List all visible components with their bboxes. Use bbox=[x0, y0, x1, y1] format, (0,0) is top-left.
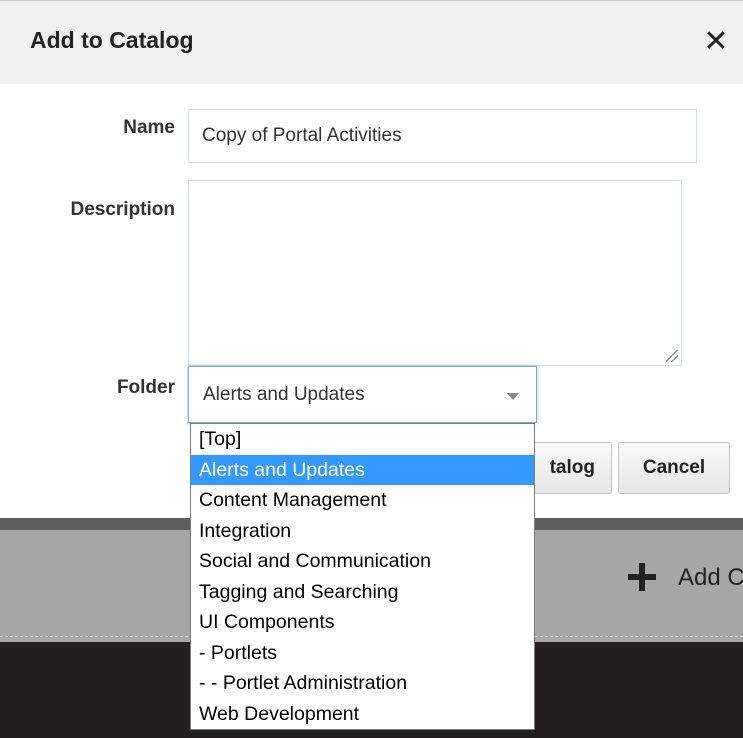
close-icon[interactable]: ✕ bbox=[698, 23, 734, 61]
dialog-header: Add to Catalog ✕ bbox=[0, 0, 743, 84]
folder-option[interactable]: [Top] bbox=[191, 424, 534, 455]
folder-dropdown-list[interactable]: [Top] Alerts and Updates Content Managemen… bbox=[190, 423, 535, 730]
folder-select-value: Alerts and Updates bbox=[203, 384, 365, 405]
chevron-down-icon[interactable] bbox=[507, 393, 519, 400]
description-field[interactable] bbox=[188, 180, 682, 366]
cancel-button[interactable]: Cancel bbox=[618, 442, 730, 494]
folder-label: Folder bbox=[116, 377, 175, 398]
folder-option[interactable]: Social and Communication bbox=[191, 546, 534, 577]
page: Add C Add to Catalog ✕ Name Copy of Port… bbox=[0, 0, 743, 738]
name-label: Name bbox=[123, 117, 175, 138]
folder-option[interactable]: - - Portlet Administration bbox=[191, 668, 534, 699]
plus-icon[interactable] bbox=[628, 563, 656, 591]
folder-option[interactable]: - Portlets bbox=[191, 638, 534, 669]
description-label: Description bbox=[70, 199, 175, 220]
folder-option[interactable]: Alerts and Updates bbox=[191, 454, 534, 485]
folder-option[interactable]: Integration bbox=[191, 516, 534, 547]
folder-option[interactable]: Content Management bbox=[191, 485, 534, 516]
add-to-catalog-button-label: talog bbox=[549, 457, 595, 478]
folder-option[interactable]: UI Components bbox=[191, 607, 534, 638]
folder-option[interactable]: Web Development bbox=[191, 699, 534, 730]
resize-grip-icon[interactable] bbox=[666, 350, 678, 362]
background-add-label[interactable]: Add C bbox=[678, 564, 743, 592]
folder-select[interactable]: Alerts and Updates bbox=[188, 366, 537, 423]
folder-option[interactable]: Tagging and Searching bbox=[191, 577, 534, 608]
dialog-title: Add to Catalog bbox=[30, 27, 194, 53]
name-field[interactable]: Copy of Portal Activities bbox=[188, 109, 697, 163]
